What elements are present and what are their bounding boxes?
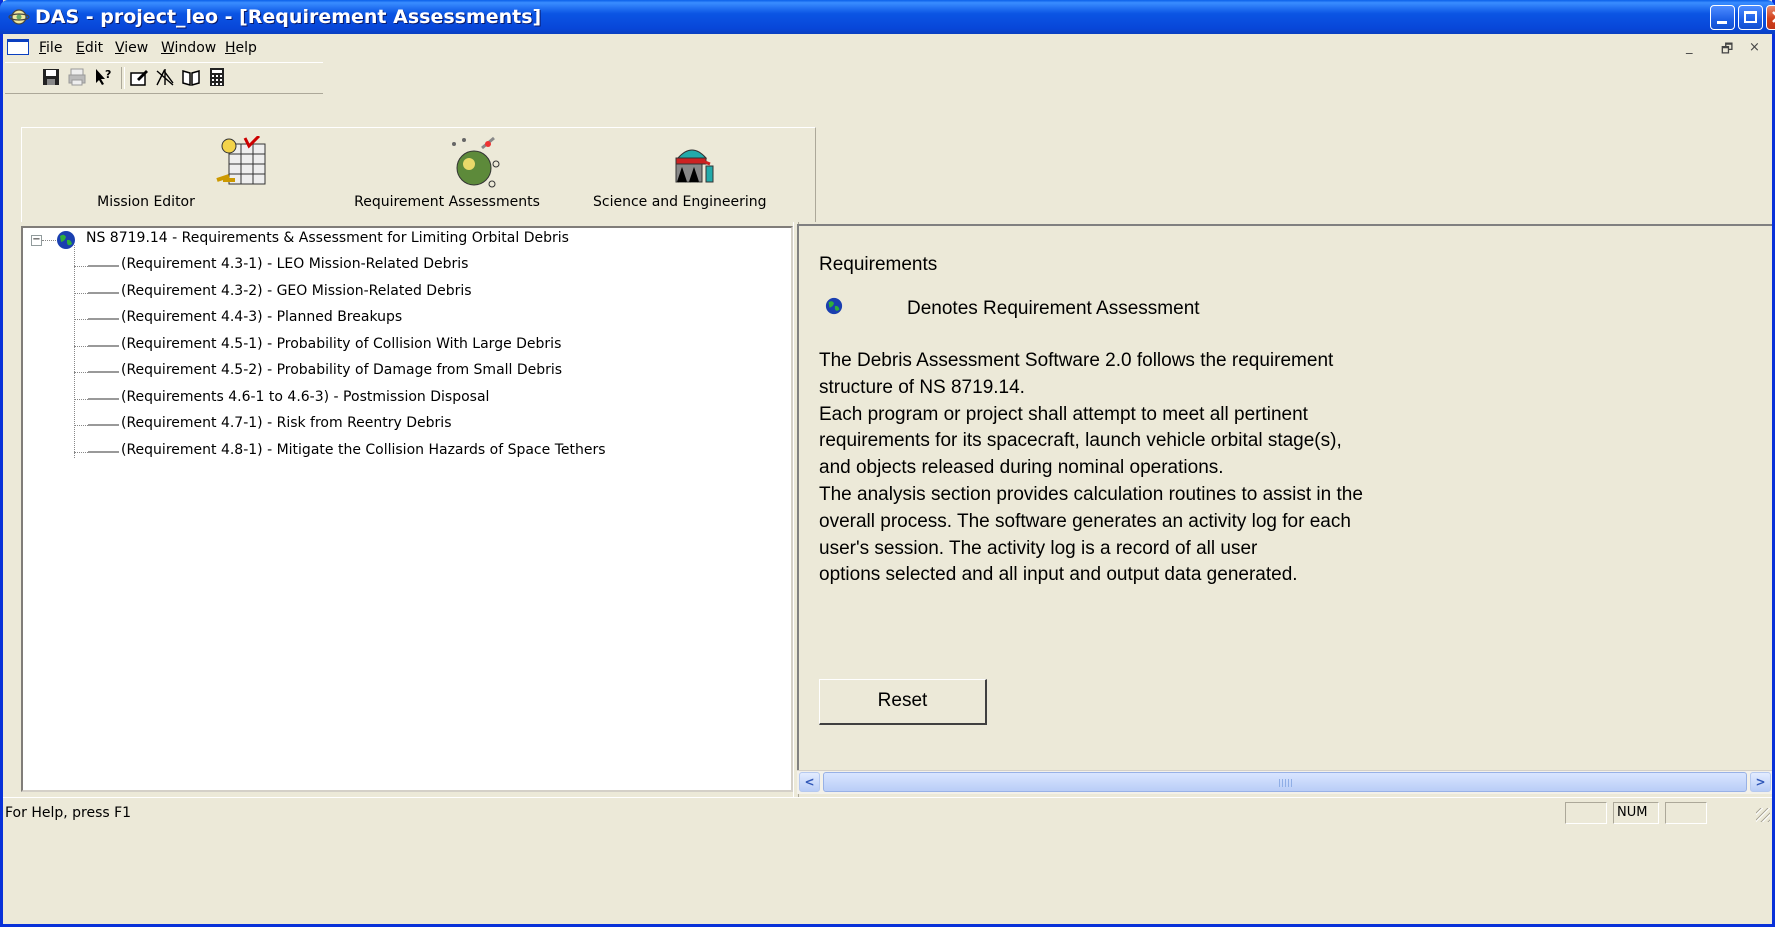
science-engineering-icon [675, 149, 714, 183]
tree-item-dash [88, 424, 119, 426]
tree-connector [42, 240, 56, 241]
requirement-assessments-label: Requirement Assessments [354, 194, 540, 210]
requirements-tree[interactable]: − NS 8719.14 - Requirements & Assessment… [21, 226, 793, 792]
tree-item-requirement-4-3-1[interactable]: (Requirement 4.3-1) - LEO Mission-Relate… [23, 256, 623, 276]
calculator-icon[interactable] [207, 67, 227, 87]
info-description: The Debris Assessment Software 2.0 follo… [819, 350, 1363, 586]
tree-item-requirements-4-6[interactable]: (Requirements 4.6-1 to 4.6-3) - Postmiss… [23, 389, 723, 409]
info-heading: Requirements [819, 254, 938, 275]
requirement-assessments-icon [452, 136, 500, 188]
status-cell-scroll [1665, 802, 1707, 824]
save-icon[interactable] [41, 67, 61, 87]
menu-view[interactable]: View [115, 40, 148, 56]
tree-item-dash [88, 371, 119, 373]
status-num-indicator: NUM [1613, 802, 1659, 824]
scroll-grip-icon [1279, 779, 1293, 787]
info-pane: Requirements Denotes Requirement Assessm… [797, 224, 1772, 789]
horizontal-scrollbar[interactable]: < > [797, 770, 1772, 794]
legend-text: Denotes Requirement Assessment [907, 298, 1200, 319]
close-button[interactable] [1766, 5, 1775, 30]
tree-item-dash [88, 265, 119, 267]
status-bar: For Help, press F1 NUM [3, 797, 1772, 828]
scroll-right-button[interactable]: > [1750, 772, 1771, 792]
mdi-close-button[interactable]: × [1749, 40, 1760, 55]
window-title: DAS - project_leo - [Requirement Assessm… [35, 6, 542, 28]
print-icon[interactable] [67, 67, 87, 87]
maximize-button[interactable] [1738, 5, 1763, 30]
tree-item-dash [88, 318, 119, 320]
menu-file[interactable]: File [39, 40, 62, 56]
tree-item-requirement-4-5-1[interactable]: (Requirement 4.5-1) - Probability of Col… [23, 336, 723, 356]
app-window: DAS - project_leo - [Requirement Assessm… [0, 0, 1775, 927]
tree-item-requirement-4-5-2[interactable]: (Requirement 4.5-2) - Probability of Dam… [23, 362, 723, 382]
tree-collapse-toggle[interactable]: − [31, 235, 42, 246]
tree-root-label[interactable]: NS 8719.14 - Requirements & Assessment f… [86, 230, 569, 250]
app-icon[interactable] [8, 6, 30, 28]
resize-grip-icon[interactable] [1756, 808, 1770, 822]
globe-icon [825, 297, 843, 315]
edit-icon[interactable] [129, 67, 149, 87]
tree-item-dash [88, 345, 119, 347]
toolbar-separator [121, 67, 125, 89]
tree-item-dash [88, 292, 119, 294]
title-bar[interactable]: DAS - project_leo - [Requirement Assessm… [0, 0, 1775, 34]
tree-item-dash [88, 398, 119, 400]
minimize-button[interactable] [1710, 5, 1735, 30]
book-icon[interactable] [181, 67, 201, 87]
document-icon[interactable] [7, 39, 29, 55]
mdi-minimize-button[interactable]: _ [1686, 40, 1693, 55]
science-engineering-label: Science and Engineering [593, 194, 767, 210]
tree-item-requirement-4-7-1[interactable]: (Requirement 4.7-1) - Risk from Reentry … [23, 415, 723, 435]
toolbar: ? [5, 62, 323, 94]
tree-item-requirement-4-8-1[interactable]: (Requirement 4.8-1) - Mitigate the Colli… [23, 442, 783, 462]
close-icon [1772, 11, 1775, 23]
tree-item-requirement-4-4-3[interactable]: (Requirement 4.4-3) - Planned Breakups [23, 309, 623, 329]
status-text: For Help, press F1 [5, 805, 132, 821]
globe-icon [57, 231, 75, 249]
module-panel: Mission Editor Requirement Assessments S… [21, 127, 816, 222]
scroll-thumb[interactable] [823, 772, 1747, 792]
reset-button[interactable]: Reset [819, 679, 987, 725]
tree-item-requirement-4-3-2[interactable]: (Requirement 4.3-2) - GEO Mission-Relate… [23, 283, 623, 303]
context-help-icon[interactable]: ? [93, 67, 113, 87]
svg-text:?: ? [105, 68, 111, 81]
menu-help[interactable]: Help [225, 40, 257, 56]
tree-item-dash [88, 451, 119, 453]
scroll-left-button[interactable]: < [799, 772, 820, 792]
mission-editor-icon [216, 136, 266, 185]
menu-edit[interactable]: Edit [76, 40, 103, 56]
mdi-restore-button[interactable]: 🗗 [1721, 40, 1733, 62]
status-cell-caps [1565, 802, 1607, 824]
mission-editor-label: Mission Editor [97, 194, 195, 210]
menu-bar: File Edit View Window Help _ 🗗 × [3, 34, 1772, 60]
chart-icon[interactable] [155, 67, 175, 87]
menu-window[interactable]: Window [161, 40, 216, 56]
